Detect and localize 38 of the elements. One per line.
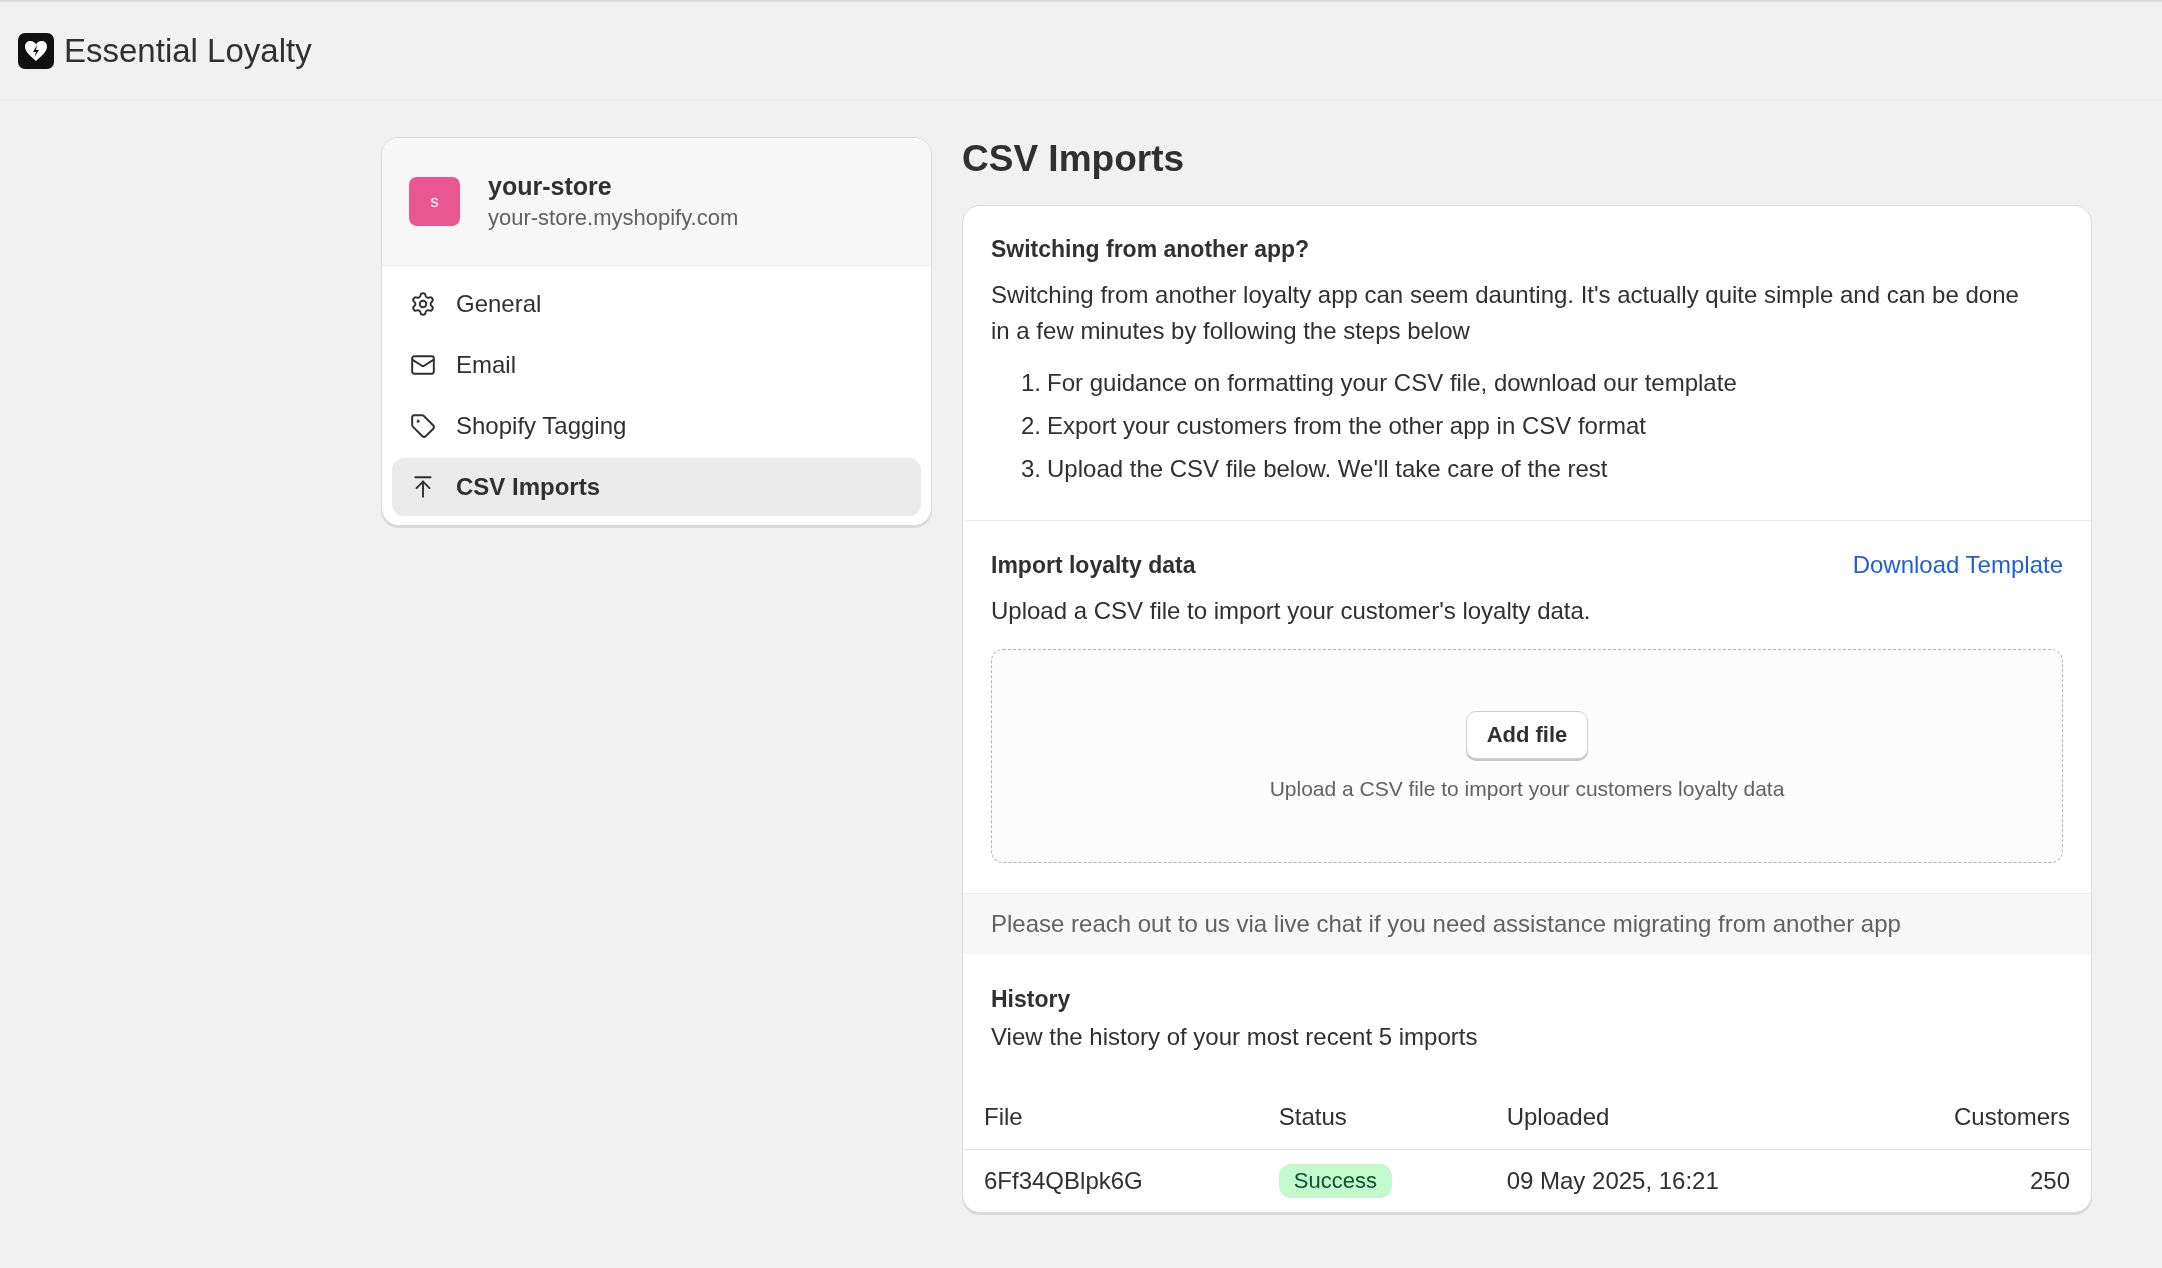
step-text: For guidance on formatting your CSV file, download our template xyxy=(1047,368,1737,399)
store-avatar: s xyxy=(409,177,460,226)
drop-zone-hint: Upload a CSV file to import your customers loyalty data xyxy=(1269,777,1785,802)
section-heading: Import loyalty data xyxy=(991,551,1196,579)
status-badge: Success xyxy=(1278,1164,1392,1199)
section-heading: Switching from another app? xyxy=(991,236,1311,264)
column-header: Status xyxy=(1257,1089,1486,1150)
file-drop-zone[interactable]: Add file Upload a CSV file to import your customers loyalty data xyxy=(991,649,2063,864)
column-header: File xyxy=(963,1089,1258,1150)
store-name: your-store xyxy=(488,172,613,201)
step-number: 3. xyxy=(1021,454,1041,485)
sidebar-item[interactable]: CSV Imports xyxy=(392,458,921,516)
section-heading: History xyxy=(991,986,1072,1014)
tag-icon xyxy=(410,413,436,439)
table-cell: 250 xyxy=(1858,1149,2091,1213)
page-title: CSV Imports xyxy=(962,137,1186,181)
history-description: View the history of your most recent 5 imports xyxy=(991,1023,1479,1052)
step-text: Upload the CSV file below. We'll take care of the rest xyxy=(1047,454,1608,485)
app-title: Essential Loyalty xyxy=(64,31,312,70)
table-cell: 09 May 2025, 16:21 xyxy=(1485,1149,1859,1213)
table-cell: 6Ff34QBlpk6G xyxy=(963,1149,1258,1213)
sidebar-item[interactable]: Shopify Tagging xyxy=(392,397,921,455)
help-note: Please reach out to us via live chat if you need assistance migrating from another app xyxy=(963,894,2091,955)
step-number: 1. xyxy=(1021,368,1041,399)
add-file-button[interactable]: Add file xyxy=(1465,711,1589,760)
sidebar-item[interactable]: General xyxy=(392,275,921,333)
step-text: Export your customers from the other app in CSV format xyxy=(1047,411,1646,442)
store-domain: your-store.myshopify.com xyxy=(488,205,739,231)
import-description: Upload a CSV file to import your customer's loyalty data. xyxy=(991,596,1592,627)
intro-text: Switching from another loyalty app can seem daunting. It's actually quite simple and can be done in a few minutes by following the steps below xyxy=(991,280,2020,347)
step-number: 2. xyxy=(1021,411,1041,442)
sidebar-item[interactable]: Email xyxy=(392,336,921,394)
envelope-icon xyxy=(410,352,436,378)
heart-logo-icon xyxy=(18,32,54,69)
gear-icon xyxy=(410,291,436,317)
column-header: Customers xyxy=(1858,1089,2091,1150)
column-header: Uploaded xyxy=(1485,1089,1859,1150)
download-template-link[interactable]: Download Template xyxy=(1852,551,2063,580)
